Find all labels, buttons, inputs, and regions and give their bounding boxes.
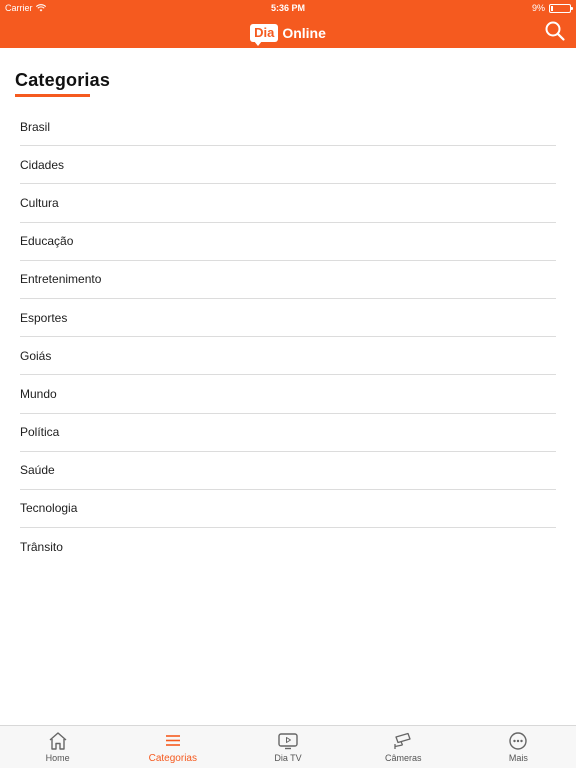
more-icon	[509, 732, 528, 750]
category-item-cidades[interactable]: Cidades	[20, 146, 556, 185]
tab-cameras[interactable]: Câmeras	[346, 726, 461, 768]
battery-percent: 9%	[531, 3, 545, 13]
category-item-entretenimento[interactable]: Entretenimento	[20, 261, 556, 299]
category-item-mundo[interactable]: Mundo	[20, 375, 556, 414]
search-button[interactable]	[544, 20, 566, 42]
category-item-transito[interactable]: Trânsito	[20, 528, 556, 566]
tab-home[interactable]: Home	[0, 726, 115, 768]
tab-label: Home	[45, 753, 70, 763]
camera-icon	[394, 732, 411, 749]
tab-dia-tv[interactable]: Dia TV	[230, 726, 345, 768]
tab-label: Mais	[508, 753, 528, 763]
tab-label: Categorias	[148, 753, 197, 764]
menu-icon	[165, 735, 180, 746]
category-item-brasil[interactable]: Brasil	[20, 108, 556, 147]
category-item-educacao[interactable]: Educação	[20, 223, 556, 261]
search-icon	[545, 21, 565, 41]
page-title: Categorias	[15, 70, 111, 90]
tab-label: Dia TV	[274, 753, 302, 763]
category-item-politica[interactable]: Política	[20, 414, 556, 452]
app-header: Carrier 5:36 PM 9% Dia Online	[0, 0, 576, 48]
status-bar: Carrier 5:36 PM 9%	[0, 0, 576, 16]
category-item-esportes[interactable]: Esportes	[20, 299, 556, 338]
tv-icon	[278, 733, 298, 750]
status-time: 5:36 PM	[270, 3, 305, 13]
category-item-tecnologia[interactable]: Tecnologia	[20, 490, 556, 529]
battery-icon	[549, 3, 573, 13]
tab-mais[interactable]: Mais	[461, 726, 576, 768]
logo-badge: Dia	[250, 24, 279, 46]
category-item-goias[interactable]: Goiás	[20, 337, 556, 376]
app-logo: Dia Online	[0, 22, 576, 46]
logo-text: Online	[282, 25, 326, 41]
category-list: Brasil Cidades Cultura Educação Entreten…	[20, 108, 556, 566]
category-item-cultura[interactable]: Cultura	[20, 184, 556, 223]
tab-categorias[interactable]: Categorias	[115, 726, 230, 768]
tab-label: Câmeras	[384, 753, 422, 763]
category-item-saude[interactable]: Saúde	[20, 452, 556, 490]
home-icon	[49, 732, 67, 750]
battery-fill	[551, 5, 553, 11]
battery-info: 9%	[531, 3, 573, 13]
tab-bar: Home Categorias Dia TV Câmeras Mais	[0, 725, 576, 768]
title-underline	[15, 94, 90, 97]
